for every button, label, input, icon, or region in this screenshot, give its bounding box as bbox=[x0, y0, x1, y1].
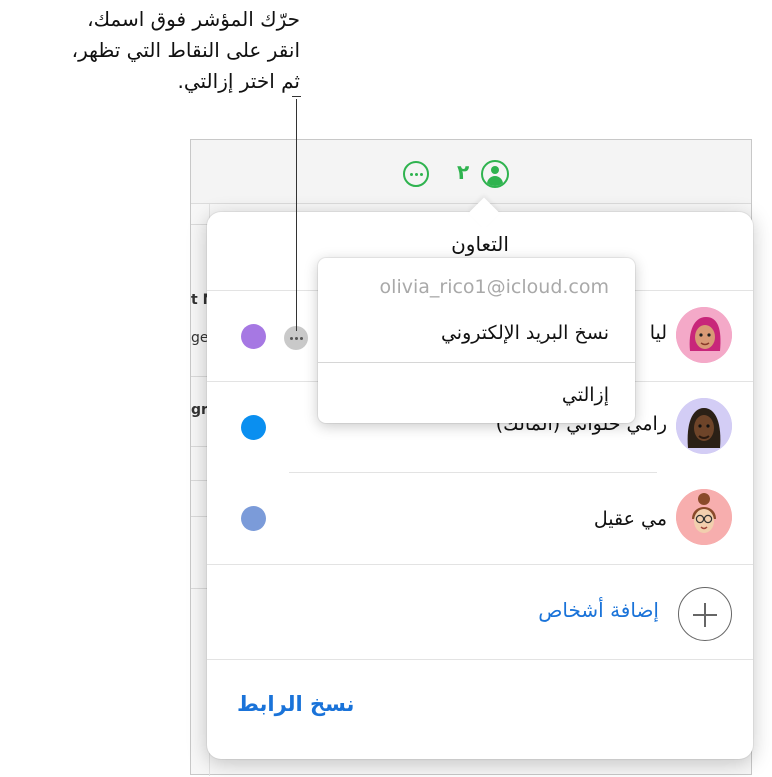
callout-line-3: ثم اختر إزالتي. bbox=[177, 69, 300, 93]
page: حرّك المؤشر فوق اسمك، انقر على النقاط ال… bbox=[0, 0, 772, 777]
sheet-cell-text: ge bbox=[191, 330, 209, 346]
person-name[interactable]: ليا bbox=[650, 322, 667, 344]
collaborator-color-dot bbox=[241, 324, 266, 349]
toolbar: ٢ bbox=[191, 140, 751, 204]
callout-line-1: حرّك المؤشر فوق اسمك، bbox=[87, 7, 300, 31]
context-menu: olivia_rico1@icloud.com نسخ البريد الإلك… bbox=[318, 258, 635, 423]
plus-circle-icon[interactable] bbox=[678, 587, 732, 641]
copy-email-menu-item[interactable]: نسخ البريد الإلكتروني bbox=[441, 322, 609, 344]
callout-leader-line bbox=[296, 99, 297, 331]
remove-me-menu-item[interactable]: إزالتي bbox=[562, 384, 609, 406]
divider bbox=[207, 564, 753, 565]
person-name[interactable]: مي عقيل bbox=[594, 508, 667, 530]
ellipsis-circle-icon[interactable] bbox=[403, 161, 429, 187]
collaborator-color-dot bbox=[241, 506, 266, 531]
collaborator-count[interactable]: ٢ bbox=[457, 160, 469, 184]
callout-leader-cap bbox=[292, 96, 301, 97]
menu-email-label: olivia_rico1@icloud.com bbox=[379, 276, 609, 298]
divider bbox=[289, 472, 657, 473]
add-people-button[interactable]: إضافة أشخاص bbox=[538, 598, 659, 622]
memoji-dreadlocks-avatar bbox=[676, 398, 732, 454]
divider bbox=[207, 659, 753, 660]
memoji-pink-hair-avatar bbox=[676, 307, 732, 363]
copy-link-button[interactable]: نسخ الرابط bbox=[237, 692, 354, 716]
callout-line-2: انقر على النقاط التي تظهر، bbox=[71, 38, 300, 62]
memoji-bun-glasses-avatar bbox=[676, 489, 732, 545]
sheet-cell-text: gr bbox=[191, 402, 208, 418]
person-circle-icon[interactable] bbox=[481, 160, 509, 188]
callout-text: حرّك المؤشر فوق اسمك، انقر على النقاط ال… bbox=[0, 4, 300, 97]
collaborator-color-dot bbox=[241, 415, 266, 440]
menu-divider bbox=[318, 362, 635, 363]
popover-title: التعاون bbox=[451, 232, 509, 256]
